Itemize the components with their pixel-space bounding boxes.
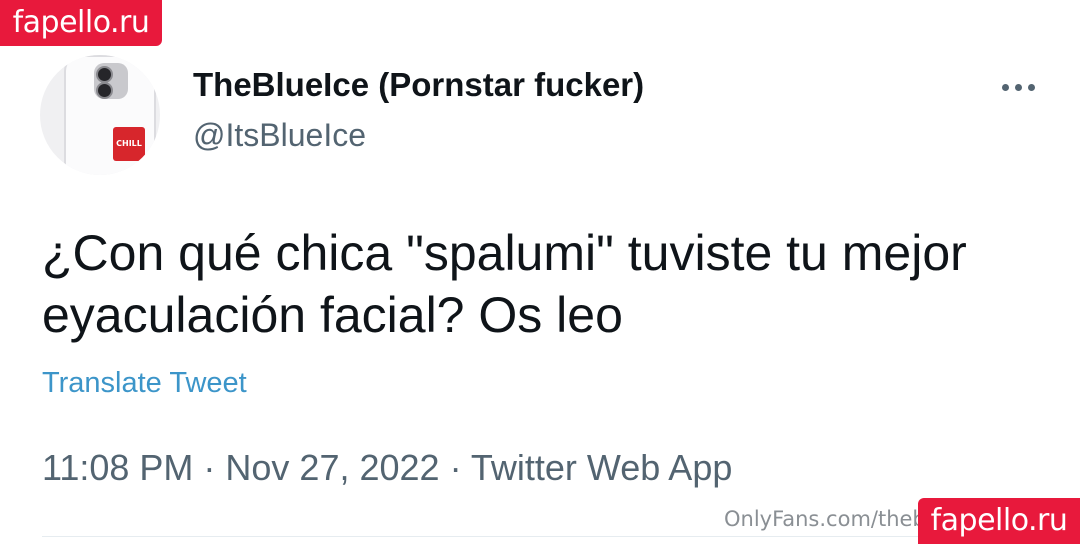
author-handle[interactable]: @ItsBlueIce (193, 117, 366, 154)
avatar[interactable]: CHILL (40, 55, 160, 175)
dot (1001, 83, 1009, 91)
camera-module-icon (94, 63, 128, 99)
dot (1014, 83, 1022, 91)
tweet-text: ¿Con qué chica "spalumi" tuviste tu mejo… (42, 225, 967, 343)
more-options-icon[interactable] (996, 76, 1040, 98)
translate-tweet-link[interactable]: Translate Tweet (42, 367, 247, 400)
onlyfans-watermark: OnlyFans.com/theb (724, 507, 926, 531)
phone-icon: CHILL (64, 55, 156, 175)
tweet-timestamp-source[interactable]: 11:08 PM · Nov 27, 2022 · Twitter Web Ap… (42, 447, 732, 489)
camera-lens-icon (96, 66, 113, 83)
watermark-bottom: fapello.ru (918, 498, 1080, 544)
sticker-icon: CHILL (113, 127, 145, 161)
author-display-name[interactable]: TheBlueIce (Pornstar fucker) (193, 66, 644, 104)
dot (1027, 83, 1035, 91)
camera-lens-icon (96, 82, 113, 99)
watermark-top: fapello.ru (0, 0, 162, 46)
